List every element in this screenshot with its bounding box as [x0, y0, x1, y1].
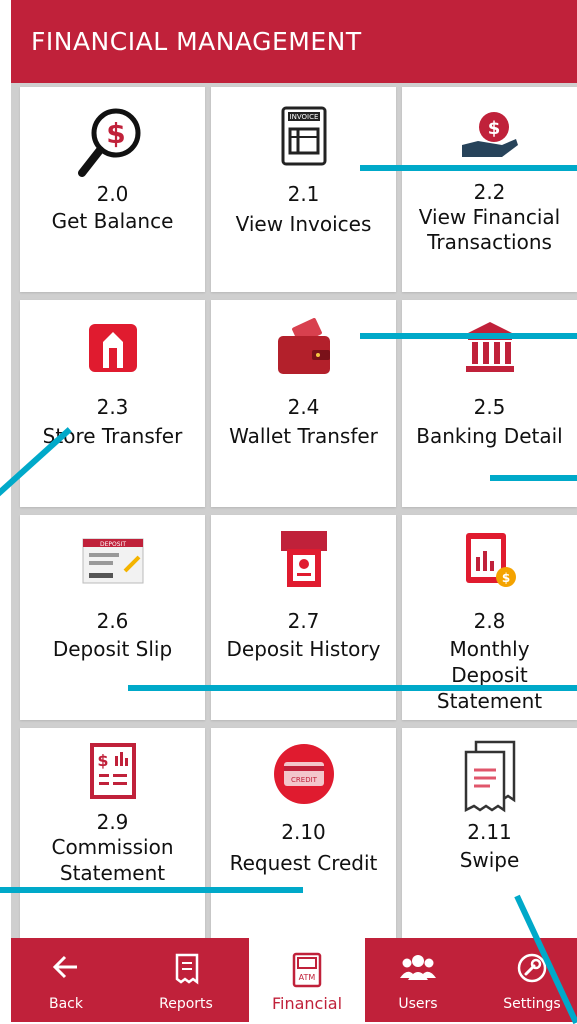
- tile-request-credit[interactable]: CREDIT 2.10 Request Credit: [211, 728, 396, 938]
- tile-number: 2.9: [96, 810, 129, 834]
- callout-line: [490, 475, 577, 481]
- tile-wallet-transfer[interactable]: 2.4 Wallet Transfer: [211, 300, 396, 507]
- tile-number: 2.0: [96, 182, 129, 206]
- credit-card-icon: CREDIT: [273, 744, 334, 804]
- callout-line: [128, 685, 577, 691]
- reports-icon: [175, 953, 199, 985]
- svg-text:$: $: [487, 118, 500, 139]
- tile-number: 2.4: [287, 395, 320, 419]
- tile-label: Get Balance: [51, 209, 174, 233]
- tile-label: Commission: [51, 835, 174, 859]
- svg-text:$: $: [501, 571, 509, 585]
- svg-text:$: $: [106, 117, 125, 150]
- financial-hand-icon: $: [461, 112, 518, 157]
- invoice-icon-text: INVOICE: [289, 113, 318, 121]
- atm-deposit-icon: [280, 531, 327, 587]
- users-icon: [400, 955, 436, 980]
- bank-icon: [465, 322, 514, 372]
- balance-search-icon: $: [77, 108, 140, 177]
- store-transfer-icon: [88, 324, 137, 372]
- tile-view-invoices[interactable]: INVOICE 2.1 View Invoices: [211, 87, 396, 292]
- tile-label: Deposit Slip: [52, 637, 173, 661]
- receipt-icon: [464, 740, 515, 813]
- atm-icon: ATM: [292, 952, 322, 988]
- tile-label: Deposit History: [226, 637, 381, 661]
- nav-settings[interactable]: Settings: [477, 938, 577, 1022]
- credit-icon-text: CREDIT: [291, 776, 318, 784]
- tile-label-line3: Statement: [436, 689, 543, 713]
- tile-number: 2.1: [287, 182, 320, 206]
- page-title: FINANCIAL MANAGEMENT: [31, 27, 362, 56]
- tile-label: Wallet Transfer: [229, 424, 378, 448]
- nav-reports-label: Reports: [159, 996, 213, 1012]
- tile-number: 2.10: [281, 820, 326, 844]
- nav-back[interactable]: Back: [11, 938, 121, 1022]
- tile-label-line2: Transactions: [427, 230, 552, 254]
- callout-line: [360, 165, 577, 171]
- tile-number: 2.5: [473, 395, 506, 419]
- app-header: FINANCIAL MANAGEMENT: [11, 0, 577, 83]
- tile-number: 2.7: [287, 609, 320, 633]
- tile-store-transfer[interactable]: 2.3 Store Transfer: [20, 300, 205, 507]
- tile-view-financial-transactions[interactable]: $ 2.2 View Financial Transactions: [402, 87, 577, 292]
- tile-label: Swipe: [459, 848, 520, 872]
- tile-number: 2.2: [473, 180, 506, 204]
- tile-label: Monthly: [449, 637, 530, 661]
- tile-commission-statement[interactable]: $ 2.9 Commission Statement: [20, 728, 205, 938]
- tile-label: View Financial: [418, 205, 561, 229]
- bottom-nav: Back Reports ATM Financial Users Setting…: [11, 938, 577, 1022]
- tile-number: 2.3: [96, 395, 129, 419]
- nav-users-label: Users: [398, 996, 438, 1012]
- tile-label: View Invoices: [235, 212, 372, 236]
- tile-number: 2.11: [467, 820, 512, 844]
- nav-reports[interactable]: Reports: [131, 938, 241, 1022]
- tile-number: 2.6: [96, 609, 129, 633]
- tile-label: Request Credit: [229, 851, 378, 875]
- callout-line: [0, 887, 303, 893]
- svg-text:$: $: [97, 751, 108, 770]
- nav-users[interactable]: Users: [363, 938, 473, 1022]
- nav-financial-label: Financial: [271, 994, 343, 1013]
- nav-financial[interactable]: ATM Financial: [249, 938, 365, 1022]
- invoice-icon: INVOICE: [281, 106, 326, 166]
- tile-get-balance[interactable]: $ 2.0 Get Balance: [20, 87, 205, 292]
- tile-label-line2: Statement: [59, 861, 166, 885]
- tile-swipe[interactable]: 2.11 Swipe: [402, 728, 577, 938]
- nav-back-label: Back: [49, 996, 83, 1012]
- app-frame: FINANCIAL MANAGEMENT $ 2.0 Get Balance I…: [0, 0, 577, 1024]
- monthly-statement-icon: $: [465, 533, 516, 587]
- tile-number: 2.8: [473, 609, 506, 633]
- deposit-icon-text: DEPOSIT: [100, 541, 126, 548]
- commission-statement-icon: $: [89, 743, 136, 799]
- atm-icon-text: ATM: [299, 973, 316, 982]
- deposit-slip-icon: DEPOSIT: [82, 538, 143, 584]
- callout-line: [360, 333, 577, 339]
- tile-label: Banking Detail: [416, 424, 563, 448]
- arrow-left-icon: [52, 955, 77, 979]
- wallet-icon: [277, 318, 330, 374]
